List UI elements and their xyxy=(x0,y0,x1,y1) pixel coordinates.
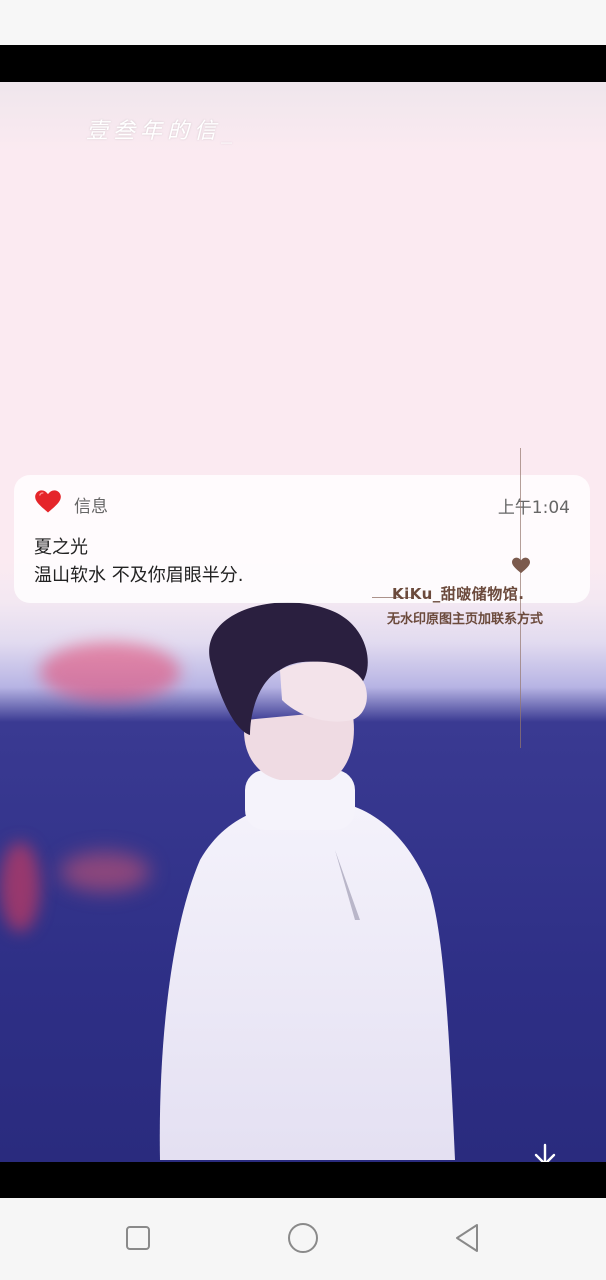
stage-light-pink xyxy=(60,852,150,892)
navigation-bar xyxy=(0,1198,606,1280)
back-triangle-icon[interactable] xyxy=(450,1220,486,1256)
notification-message: 温山软水 不及你眉眼半分. xyxy=(34,565,244,586)
singer-figure xyxy=(159,602,455,1160)
letterbox-bottom xyxy=(0,1162,606,1198)
status-bar-area xyxy=(0,0,606,45)
stage-light-red-left xyxy=(0,842,40,932)
handwriting-title: 壹叁年的信_ xyxy=(86,119,238,144)
notification-time: 上午1:04 xyxy=(497,498,570,518)
notification-sender: 夏之光 xyxy=(34,537,88,558)
letterbox-top xyxy=(0,45,606,82)
notification-app-name: 信息 xyxy=(74,497,108,517)
watermark-subtitle: 无水印原图主页加联系方式 xyxy=(387,612,544,627)
home-circle-icon[interactable] xyxy=(285,1220,321,1256)
small-heart-icon xyxy=(512,557,530,574)
red-heart-icon xyxy=(35,490,61,513)
recents-square-icon[interactable] xyxy=(120,1220,156,1256)
watermark-title: KiKu_甜啵储物馆. xyxy=(392,585,525,603)
